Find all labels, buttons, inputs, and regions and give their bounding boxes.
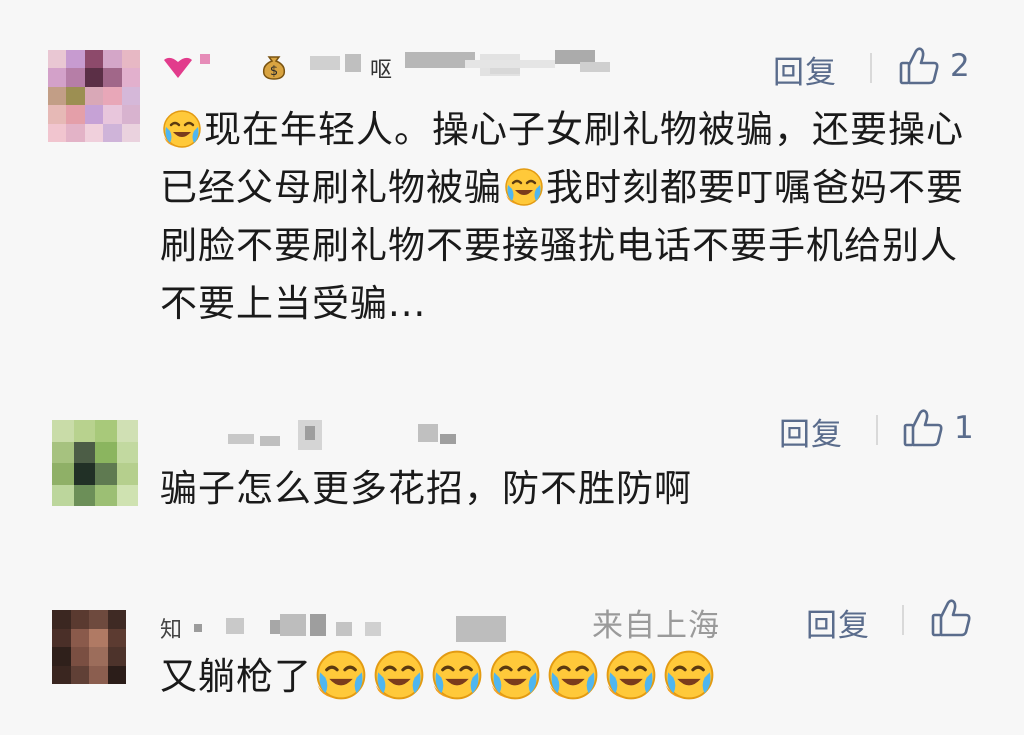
- like-button[interactable]: 1: [902, 408, 974, 448]
- crying-laughing-emoji: [489, 649, 541, 701]
- crying-laughing-emoji: [605, 649, 657, 701]
- crying-laughing-emoji: [162, 109, 202, 149]
- emoji-row: [312, 655, 718, 698]
- crying-laughing-emoji: [504, 167, 544, 207]
- crying-laughing-emoji: [431, 649, 483, 701]
- comment-2: 回复 1 骗子怎么更多花招，防不胜防啊: [0, 380, 1024, 590]
- crying-laughing-emoji: [315, 649, 367, 701]
- reply-button[interactable]: 回复: [773, 47, 837, 92]
- thumbs-up-icon: [902, 408, 944, 448]
- author-name[interactable]: 知: [160, 612, 520, 643]
- like-button[interactable]: [930, 598, 972, 638]
- thumbs-up-icon: [930, 598, 972, 638]
- author-name-text: 呕: [370, 58, 393, 83]
- author-name[interactable]: [160, 420, 480, 450]
- author-name[interactable]: 呕 $: [160, 50, 620, 83]
- reply-button[interactable]: 回复: [779, 409, 843, 454]
- comment-1: 呕 $ 回复 2 现在年轻人。操心子女刷礼物被骗，还要操心已经父母刷礼物被骗 我时…: [0, 0, 1024, 380]
- money-bag-emoji: $: [262, 56, 286, 80]
- comment-3: 知 来自上海 回复 又躺枪了: [0, 590, 1024, 735]
- crying-laughing-emoji: [373, 649, 425, 701]
- author-name-text: 知: [160, 618, 183, 643]
- avatar[interactable]: [48, 50, 140, 142]
- thumbs-up-icon: [898, 46, 940, 86]
- divider: [876, 415, 878, 445]
- avatar[interactable]: [52, 610, 126, 684]
- crying-laughing-emoji: [663, 649, 715, 701]
- location-label: 来自上海: [592, 608, 720, 644]
- crying-laughing-emoji: [547, 649, 599, 701]
- like-count: 1: [954, 410, 974, 446]
- comment-text-part: 又躺枪了: [160, 655, 312, 698]
- like-button[interactable]: 2: [898, 46, 970, 86]
- reply-button[interactable]: 回复: [806, 600, 870, 645]
- comment-text: 又躺枪了: [160, 648, 980, 706]
- svg-text:$: $: [270, 64, 278, 79]
- avatar[interactable]: [52, 420, 138, 506]
- comment-text: 现在年轻人。操心子女刷礼物被骗，还要操心已经父母刷礼物被骗 我时刻都要叮嘱爸妈不要…: [160, 101, 980, 333]
- comment-text: 骗子怎么更多花招，防不胜防啊: [160, 467, 692, 510]
- heart-icon: [164, 57, 192, 78]
- like-count: 2: [950, 48, 970, 84]
- divider: [870, 53, 872, 83]
- divider: [902, 605, 904, 635]
